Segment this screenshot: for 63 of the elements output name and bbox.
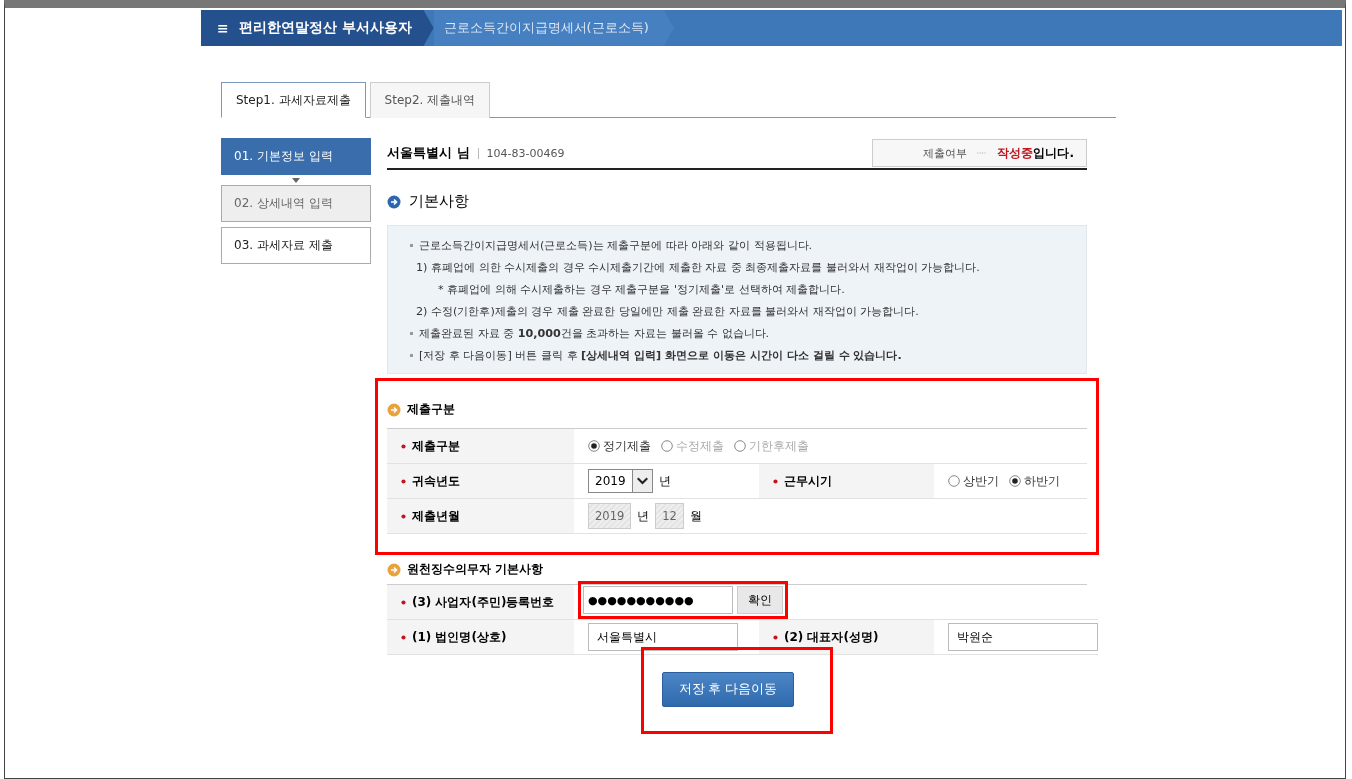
user-name: 서울특별시 님 xyxy=(387,144,470,162)
save-button[interactable]: 저장 후 다음이동 xyxy=(661,672,795,707)
bullet-icon xyxy=(410,354,413,357)
required-icon xyxy=(401,599,406,605)
radio-label: 기한후제출 xyxy=(749,438,809,454)
bullet-icon xyxy=(410,244,413,247)
note-text: * 휴폐업에 의해 수시제출하는 경우 제출구분을 '정기제출'로 선택하여 제출합니다. xyxy=(438,282,845,297)
section-title: 기본사항 xyxy=(409,192,469,211)
required-icon xyxy=(401,443,406,449)
radio-label: 하반기 xyxy=(1024,473,1060,489)
label-text: 귀속년도 xyxy=(412,472,460,490)
bullet-icon xyxy=(387,562,401,577)
user-id: 104-83-00469 xyxy=(477,147,565,159)
status-value: 작성중입니다. xyxy=(997,144,1074,162)
header-title: 편리한연말정산 부서사용자 xyxy=(238,19,412,37)
label-text: 제출구분 xyxy=(412,437,460,455)
radio-label: 정기제출 xyxy=(603,438,651,454)
required-icon xyxy=(773,478,778,484)
radio-option[interactable]: 하반기 xyxy=(1009,473,1060,489)
status-label: 제출여부 xyxy=(923,145,967,161)
subsection-title: 원천징수의무자 기본사항 xyxy=(407,561,544,578)
note-text: 근로소득간이지급명세서(근로소득)는 제출구분에 따라 아래와 같이 적용됩니다. xyxy=(419,238,813,253)
label-text: 제출년월 xyxy=(412,507,460,525)
note-text: 1) 휴폐업에 의한 수시제출의 경우 수시제출기간에 제출한 자료 중 최종제출자료를 불러와서 재작업이 가능합니다. xyxy=(416,260,980,275)
required-icon xyxy=(401,478,406,484)
chevron-down-icon xyxy=(631,470,652,492)
bullet-icon xyxy=(410,332,413,335)
label-text: (2) 대표자(성명) xyxy=(784,628,879,646)
registration-number-field[interactable]: ●●●●●●●●●●● xyxy=(583,586,733,614)
required-icon xyxy=(401,634,406,640)
step-item[interactable]: 03. 과세자료 제출 xyxy=(221,227,371,264)
unit-label: 년 xyxy=(658,473,671,489)
radio-option[interactable]: 정기제출 xyxy=(588,438,651,454)
down-arrow-icon xyxy=(292,178,300,183)
note-text: 제출완료된 자료 중 10,000건을 초과하는 자료는 불러올 수 없습니다. xyxy=(419,326,770,341)
radio-label: 수정제출 xyxy=(676,438,724,454)
year-select[interactable]: 2019 xyxy=(588,469,653,493)
subsection-title: 제출구분 xyxy=(407,401,455,418)
year-field: 2019 xyxy=(588,503,632,529)
unit-label: 년 xyxy=(637,508,650,524)
step-item[interactable]: 01. 기본정보 입력 xyxy=(221,138,371,175)
radio-option[interactable]: 상반기 xyxy=(948,473,999,489)
bullet-icon xyxy=(387,194,401,209)
required-icon xyxy=(773,634,778,640)
bullet-icon xyxy=(387,402,401,417)
confirm-button[interactable]: 확인 xyxy=(737,586,783,614)
menu-icon[interactable]: ≡ xyxy=(217,20,229,36)
label-text: (3) 사업자(주민)등록번호 xyxy=(412,593,555,611)
radio-button[interactable] xyxy=(588,440,600,452)
corporation-name-field[interactable]: 서울특별시 xyxy=(588,623,738,651)
label-text: (1) 법인명(상호) xyxy=(412,628,507,646)
representative-name-field[interactable]: 박원순 xyxy=(948,623,1098,651)
tab[interactable]: Step2. 제출내역 xyxy=(369,82,491,118)
note-text: 2) 수정(기한후)제출의 경우 제출 완료한 당일에만 제출 완료한 자료를 불러와서 재작업이 가능합니다. xyxy=(416,304,919,319)
month-field: 12 xyxy=(655,503,684,529)
note-text: [저장 후 다음이동] 버튼 클릭 후 [상세내역 입력] 화면으로 이동은 시간이 다소 걸릴 수 있습니다. xyxy=(419,348,902,363)
tab[interactable]: Step1. 과세자료제출 xyxy=(221,82,366,118)
label-text: 근무시기 xyxy=(784,472,832,490)
unit-label: 월 xyxy=(689,508,702,524)
radio-button[interactable] xyxy=(948,475,960,487)
radio-button[interactable] xyxy=(1009,475,1021,487)
required-icon xyxy=(401,513,406,519)
radio-label: 상반기 xyxy=(963,473,999,489)
